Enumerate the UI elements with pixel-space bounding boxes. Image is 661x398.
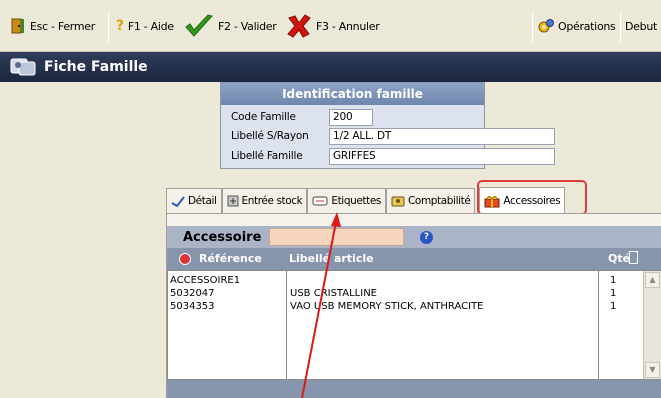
tab-detail-label: Détail — [188, 195, 217, 207]
accessoires-panel: Accessoire ? Référence Libellé article Q… — [166, 213, 661, 398]
checkmark-icon — [184, 14, 214, 38]
cell-reference: ACCESSOIRE1 — [170, 275, 241, 286]
red-cross-icon — [286, 14, 312, 38]
cell-reference: 5032047 — [170, 288, 215, 299]
close-button[interactable]: Esc - Fermer — [10, 12, 95, 40]
scroll-up-arrow-icon[interactable]: ▲ — [645, 272, 660, 288]
column-libelle[interactable]: Libellé article — [289, 252, 374, 265]
identification-header: Identification famille — [221, 83, 484, 105]
validate-button[interactable]: F2 - Valider — [184, 12, 277, 40]
scroll-down-arrow-icon[interactable]: ▼ — [645, 362, 660, 378]
cell-libelle: VAO USB MEMORY STICK, ANTHRACITE — [290, 301, 484, 312]
cell-qty: 1 — [610, 301, 617, 312]
debut-button[interactable]: Debut — [625, 12, 657, 40]
libelle-famille-label: Libellé Famille — [231, 150, 303, 162]
toolbar-separator — [532, 12, 533, 42]
stock-icon — [227, 195, 239, 207]
remove-icon[interactable] — [179, 253, 191, 265]
accessoire-input[interactable] — [269, 228, 404, 246]
code-famille-label: Code Famille — [231, 111, 296, 123]
libelle-famille-field[interactable]: GRIFFES — [329, 147, 555, 165]
tab-comptabilite[interactable]: Comptabilité — [385, 188, 476, 213]
question-mark-icon: ? — [116, 18, 124, 34]
label-tag-icon — [312, 196, 328, 206]
tab-etiquettes[interactable]: Etiquettes — [307, 188, 386, 213]
table-row[interactable]: 5032047 USB CRISTALLINE 1 — [168, 288, 631, 300]
libelle-famille-row: Libellé Famille GRIFFES — [231, 147, 555, 165]
table-row[interactable]: ACCESSOIRE1 1 — [168, 275, 631, 287]
cancel-button[interactable]: F3 - Annuler — [286, 12, 380, 40]
operations-button[interactable]: Opérations — [538, 12, 616, 40]
trash-icon[interactable] — [629, 251, 638, 264]
toolbar: Esc - Fermer ? F1 - Aide F2 - Valider F3… — [0, 0, 661, 52]
column-reference[interactable]: Référence — [199, 252, 262, 265]
operations-button-label: Opérations — [558, 19, 616, 33]
table-row[interactable]: 5034353 VAO USB MEMORY STICK, ANTHRACITE… — [168, 301, 631, 313]
tab-etiquettes-label: Etiquettes — [331, 195, 381, 207]
window-title-bar: Fiche Famille — [0, 52, 661, 82]
tab-entree-stock-label: Entrée stock — [241, 195, 303, 207]
toolbar-separator — [620, 12, 621, 42]
debut-button-label: Debut — [625, 19, 658, 33]
family-card-icon — [10, 57, 36, 77]
tab-comptabilite-label: Comptabilité — [407, 195, 471, 207]
accessories-grid: ACCESSOIRE1 1 5032047 USB CRISTALLINE 1 … — [167, 270, 661, 381]
cell-qty: 1 — [610, 275, 617, 286]
tab-detail[interactable]: Détail — [166, 188, 222, 213]
libelle-srayon-row: Libellé S/Rayon 1/2 ALL. DT — [231, 127, 555, 145]
cell-reference: 5034353 — [170, 301, 215, 312]
gears-icon — [538, 18, 554, 34]
toolbar-separator — [108, 12, 109, 42]
window-title: Fiche Famille — [44, 59, 148, 75]
accessories-grid-header: Référence Libellé article Qté — [167, 248, 661, 270]
highlight-box — [477, 180, 587, 215]
exit-door-icon — [10, 18, 26, 34]
accounting-icon — [391, 195, 405, 207]
accessoire-search-bar: Accessoire ? — [167, 226, 661, 248]
accessoire-label: Accessoire — [183, 229, 262, 245]
help-icon[interactable]: ? — [420, 230, 433, 244]
cancel-button-label: F3 - Annuler — [316, 19, 380, 33]
grid-footer — [167, 380, 661, 398]
libelle-srayon-label: Libellé S/Rayon — [231, 130, 309, 142]
tab-entree-stock[interactable]: Entrée stock — [221, 188, 308, 213]
column-qty[interactable]: Qté — [608, 252, 630, 265]
cell-libelle: USB CRISTALLINE — [290, 288, 377, 299]
code-famille-row: Code Famille 200 — [231, 108, 373, 126]
help-button[interactable]: ? F1 - Aide — [116, 12, 174, 40]
cell-qty: 1 — [610, 288, 617, 299]
code-famille-field[interactable]: 200 — [329, 108, 373, 126]
close-button-label: Esc - Fermer — [30, 19, 95, 33]
libelle-srayon-field[interactable]: 1/2 ALL. DT — [329, 127, 555, 145]
detail-icon — [171, 195, 185, 207]
identification-panel: Identification famille Code Famille 200 … — [220, 82, 555, 169]
validate-button-label: F2 - Valider — [218, 19, 277, 33]
vertical-scrollbar[interactable]: ▲ ▼ — [643, 271, 661, 379]
help-button-label: F1 - Aide — [127, 19, 174, 33]
